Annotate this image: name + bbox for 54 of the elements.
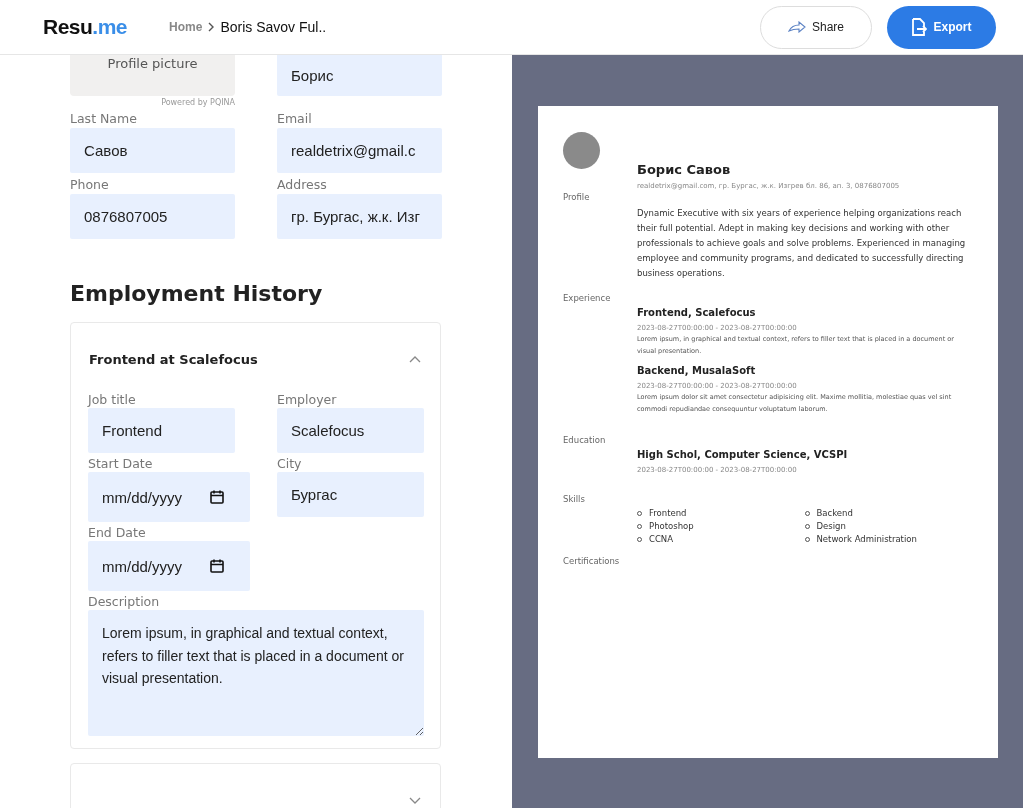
- credit-text: Powered by PQINA: [161, 98, 235, 107]
- calendar-icon[interactable]: [210, 559, 224, 573]
- breadcrumb-link[interactable]: Boris Savov Ful..: [220, 19, 327, 35]
- field-label: City: [277, 456, 302, 471]
- file-export-icon: [911, 18, 928, 36]
- field-label: Description: [88, 594, 160, 609]
- section-heading: Employment History: [70, 281, 324, 306]
- profile-summary: Dynamic Executive with six years of experience helping organizations reach their full potential. Adept in making key decisions and working with other professionals to achieve goals and solve problems. Experienced in managing employee and community programs, and dedicated to successfully directing business operations.: [637, 207, 967, 280]
- logo[interactable]: Resu.me: [43, 15, 128, 39]
- skill-item: CCNA: [649, 534, 674, 544]
- field-label: Address: [277, 177, 328, 192]
- avatar-placeholder: [563, 132, 600, 169]
- section-label: Profile: [563, 192, 591, 204]
- entry-title: Frontend, Scalefocus: [637, 307, 757, 318]
- description-field[interactable]: Lorem ipsum, in graphical and textual context, refers to filler text that is placed in a document or visual presentation.: [88, 610, 424, 736]
- chevron-right-icon: [208, 22, 215, 32]
- field-label: Job title: [88, 392, 136, 407]
- date-field[interactable]: mm/dd/yyyy: [88, 541, 250, 591]
- job-title: Frontend at Scalefocus: [89, 351, 258, 367]
- section-label: Skills: [563, 494, 586, 506]
- share-button[interactable]: Share: [760, 5, 872, 49]
- text-field[interactable]: Scalefocus: [277, 408, 424, 453]
- export-button[interactable]: Export: [887, 5, 996, 49]
- text-field[interactable]: Борис: [277, 55, 442, 96]
- skill-item: Backend: [816, 508, 853, 518]
- field-label: Email: [277, 111, 313, 126]
- text-field[interactable]: гр. Бургас, ж.к. Изг: [277, 194, 442, 239]
- entry-title: Backend, MusalaSoft: [637, 365, 757, 376]
- field-label: Start Date: [88, 456, 153, 471]
- calendar-icon[interactable]: [210, 490, 224, 504]
- breadcrumb-link[interactable]: Home: [169, 20, 203, 34]
- text-field[interactable]: 0876807005: [70, 194, 235, 239]
- skill-item: Design: [816, 521, 846, 531]
- chevron-down-icon[interactable]: [409, 796, 421, 804]
- skill-item: Frontend: [649, 508, 687, 518]
- date-field[interactable]: mm/dd/yyyy: [88, 472, 250, 522]
- field-label: Employer: [277, 392, 337, 407]
- field-label: Last Name: [70, 111, 138, 126]
- skill-item: Photoshop: [649, 521, 694, 531]
- text-field[interactable]: realdetrix@gmail.c: [277, 128, 442, 173]
- entry-title: High Schol, Computer Science, VCSPI: [637, 449, 849, 460]
- text-field[interactable]: Frontend: [88, 408, 235, 453]
- text-field[interactable]: Савов: [70, 128, 235, 173]
- profile-picture-upload[interactable]: Profile picture: [70, 55, 235, 96]
- skill-item: Network Administration: [816, 534, 917, 544]
- section-label: Certifications: [563, 556, 621, 568]
- share-arrow-icon: [788, 21, 806, 33]
- resume-name: Борис Савов: [637, 162, 732, 177]
- section-label: Education: [563, 435, 607, 447]
- field-label: End Date: [88, 525, 146, 540]
- chevron-up-icon[interactable]: [409, 355, 421, 363]
- text-field[interactable]: Бургас: [277, 472, 424, 517]
- section-label: Experience: [563, 293, 612, 305]
- field-label: Phone: [70, 177, 110, 192]
